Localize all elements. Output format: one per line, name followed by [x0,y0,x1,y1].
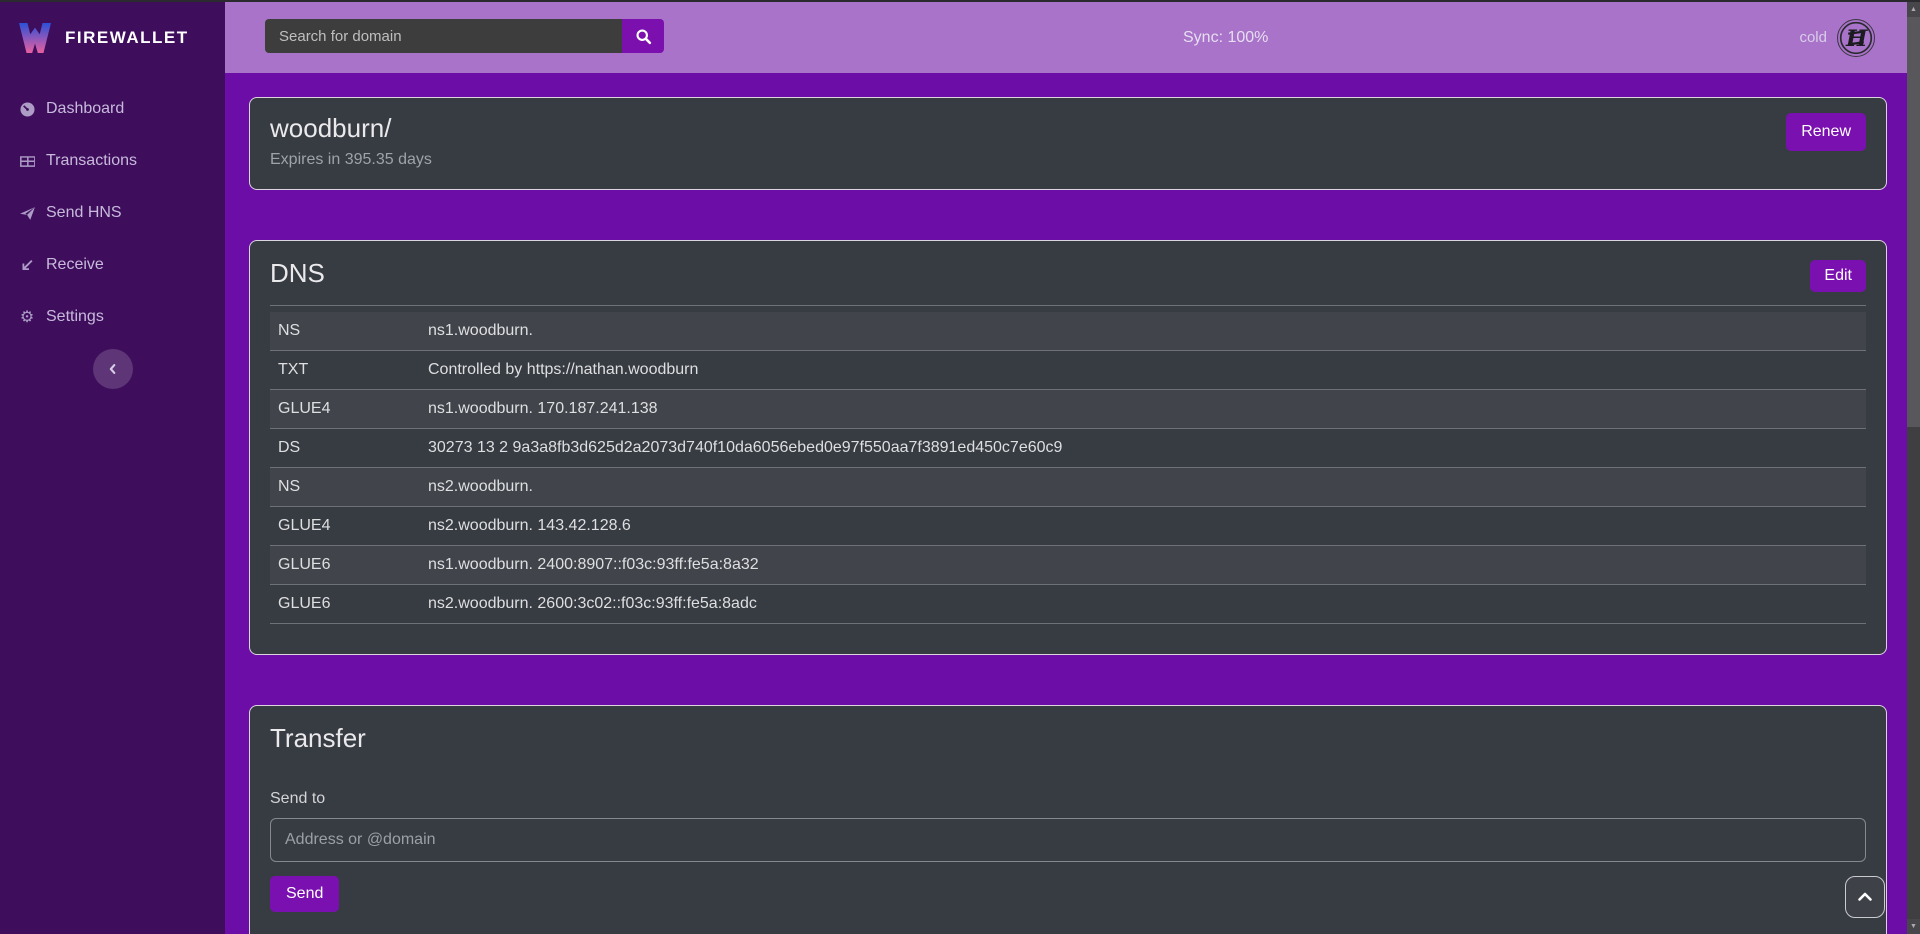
wallet-avatar-button[interactable]: H [1837,19,1875,57]
transfer-title: Transfer [270,723,1866,754]
scroll-to-top-button[interactable] [1845,876,1885,918]
sidebar-item-label: Dashboard [46,100,124,118]
gear-icon: ⚙ [18,308,36,326]
account-area: cold H [1799,19,1875,57]
domain-header-card: woodburn/ Expires in 395.35 days Renew [249,97,1887,190]
dns-records-body: NS ns1.woodburn. TXT Controlled by https… [270,312,1866,624]
dns-title: DNS [270,258,325,289]
dns-card: DNS Edit NS ns1.woodburn. TXT Controlled… [249,240,1887,655]
chevron-left-icon [106,362,120,376]
dns-card-header: DNS Edit [270,241,1866,306]
scrollbar-thumb[interactable] [1907,17,1920,427]
sidebar-item-receive[interactable]: Receive [0,239,225,291]
dns-record-type: DS [270,429,420,468]
send-transfer-button[interactable]: Send [270,876,339,912]
dns-record-type: NS [270,468,420,507]
dns-record-type: TXT [270,351,420,390]
svg-text:H: H [1845,25,1868,51]
domain-expiry: Expires in 395.35 days [270,151,1866,169]
sidebar-collapse-button[interactable] [93,349,133,389]
handshake-logo-icon: H [1839,21,1873,55]
sidebar-item-label: Settings [46,308,104,326]
sidebar-item-dashboard[interactable]: Dashboard [0,83,225,135]
dns-record-value: 30273 13 2 9a3a8fb3d625d2a2073d740f10da6… [420,429,1866,468]
sidebar-item-send-hns[interactable]: Send HNS [0,187,225,239]
dns-record-type: GLUE4 [270,390,420,429]
arrow-down-left-icon [18,256,36,274]
scrollbar-down-arrow-icon[interactable]: ▼ [1907,919,1920,934]
dns-record-value: Controlled by https://nathan.woodburn [420,351,1866,390]
domain-search [265,19,664,53]
sidebar-item-settings[interactable]: ⚙ Settings [0,291,225,343]
wallet-name: cold [1799,29,1827,46]
search-button[interactable] [622,19,664,53]
dns-record-value: ns2.woodburn. 143.42.128.6 [420,507,1866,546]
dns-records-table: NS ns1.woodburn. TXT Controlled by https… [270,312,1866,624]
scrollbar-up-arrow-icon[interactable]: ▲ [1907,2,1920,17]
edit-dns-button[interactable]: Edit [1810,260,1866,292]
dns-record-type: GLUE6 [270,546,420,585]
send-to-label: Send to [270,790,1866,808]
gauge-icon [18,100,36,118]
sidebar-item-label: Transactions [46,152,137,170]
sidebar-item-transactions[interactable]: Transactions [0,135,225,187]
app-title: FIREWALLET [65,28,189,48]
sidebar: FIREWALLET Dashboard Transactions Send H… [0,2,225,934]
sync-status: Sync: 100% [1183,29,1268,47]
paper-plane-icon [18,204,36,222]
dns-record-row: DS 30273 13 2 9a3a8fb3d625d2a2073d740f10… [270,429,1866,468]
table-icon [18,152,36,170]
dns-record-value: ns1.woodburn. 170.187.241.138 [420,390,1866,429]
transfer-card: Transfer Send to Send [249,705,1887,934]
search-input[interactable] [265,19,622,53]
dns-record-type: NS [270,312,420,351]
firewallet-logo-icon [16,22,54,54]
dns-record-type: GLUE6 [270,585,420,624]
page-scrollbar[interactable]: ▲ ▼ [1907,2,1920,934]
dns-record-value: ns1.woodburn. [420,312,1866,351]
dns-record-row: NS ns1.woodburn. [270,312,1866,351]
dns-record-value: ns1.woodburn. 2400:8907::f03c:93ff:fe5a:… [420,546,1866,585]
dns-record-value: ns2.woodburn. 2600:3c02::f03c:93ff:fe5a:… [420,585,1866,624]
dns-record-row: GLUE4 ns2.woodburn. 143.42.128.6 [270,507,1866,546]
dns-record-row: NS ns2.woodburn. [270,468,1866,507]
sidebar-nav: Dashboard Transactions Send HNS Receive … [0,73,225,343]
dns-record-type: GLUE4 [270,507,420,546]
dns-record-row: GLUE6 ns2.woodburn. 2600:3c02::f03c:93ff… [270,585,1866,624]
search-icon [635,28,652,45]
transfer-address-input[interactable] [270,818,1866,862]
topbar: Sync: 100% cold H [225,2,1907,73]
renew-button[interactable]: Renew [1786,113,1866,151]
window-top-edge [0,0,1920,2]
app-brand: FIREWALLET [0,2,225,73]
dns-record-value: ns2.woodburn. [420,468,1866,507]
dns-record-row: TXT Controlled by https://nathan.woodbur… [270,351,1866,390]
sidebar-item-label: Receive [46,256,104,274]
domain-title: woodburn/ [270,113,1866,144]
sidebar-item-label: Send HNS [46,204,122,222]
chevron-up-icon [1857,891,1873,903]
dns-record-row: GLUE6 ns1.woodburn. 2400:8907::f03c:93ff… [270,546,1866,585]
main-content: woodburn/ Expires in 395.35 days Renew D… [225,73,1907,934]
dns-record-row: GLUE4 ns1.woodburn. 170.187.241.138 [270,390,1866,429]
